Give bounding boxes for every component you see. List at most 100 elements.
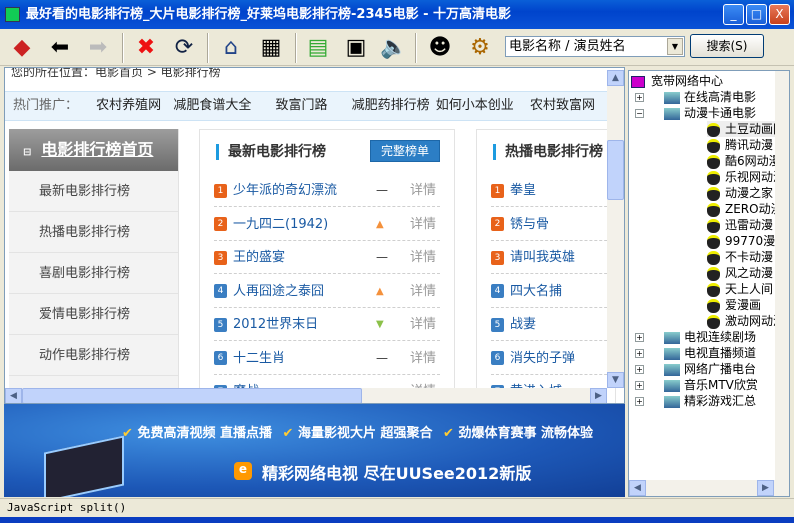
hot-link[interactable]: 减肥药排行榜 [352,98,430,113]
ranking-row[interactable]: 4 四大名捕 [491,275,617,308]
expand-icon[interactable]: + [635,365,644,374]
ranking-row[interactable]: 5 2012世界末日 ▼ 详情 [214,308,440,341]
tree-item[interactable]: 腾讯动漫 [707,137,773,153]
sidebar-item[interactable]: 最新电影排行榜 [9,171,178,212]
scroll-up-icon[interactable]: ▲ [607,70,624,86]
user-icon[interactable]: ☻ [424,32,456,64]
tree-item[interactable]: 爱漫画 [707,297,761,313]
refresh-icon[interactable]: ⟳ [168,32,200,64]
full-list-button[interactable]: 完整榜单 [370,140,440,162]
tree-item[interactable]: 酷6网动漫 [707,153,781,169]
speaker-icon[interactable]: 🔈 [378,32,410,64]
tree-root[interactable]: 宽带网络中心 [631,73,723,89]
sidebar-title[interactable]: 电影排行榜首页 [41,140,153,159]
tree-vertical-scrollbar[interactable] [775,71,789,481]
movie-title-link[interactable]: 锈与骨 [510,217,549,232]
ranking-row[interactable]: 1 少年派的奇幻漂流 — 详情 [214,174,440,207]
chevron-down-icon[interactable]: ▼ [667,38,683,55]
scroll-right-icon[interactable]: ▶ [757,480,774,496]
search-combo[interactable]: 电影名称 / 演员姓名 ▼ [505,36,685,57]
tree-group[interactable]: − 动漫卡通电影 [635,105,756,121]
settings-icon[interactable]: ⚙ [464,32,496,64]
tree-group[interactable]: + 精彩游戏汇总 [635,393,756,409]
scroll-down-icon[interactable]: ▼ [607,372,624,388]
tree-horizontal-scrollbar[interactable]: ◀ ▶ [629,480,789,496]
scroll-thumb[interactable] [607,140,624,200]
expand-icon[interactable]: + [635,349,644,358]
detail-link[interactable]: 详情 [410,308,436,341]
forward-icon[interactable]: ➡ [82,32,114,64]
ranking-row[interactable]: 5 战妻 [491,308,617,341]
movie-title-link[interactable]: 人再囧途之泰囧 [233,284,324,299]
close-button[interactable]: X [769,4,790,25]
tree-item[interactable]: 天上人间 [707,281,773,297]
detail-link[interactable]: 详情 [410,208,436,241]
detail-link[interactable]: 详情 [410,174,436,207]
back-icon[interactable]: ⬅ [44,32,76,64]
ranking-row[interactable]: 3 王的盛宴 — 详情 [214,241,440,274]
expand-icon[interactable]: + [635,333,644,342]
hot-link[interactable]: 如何小本创业 [436,98,514,113]
detail-link[interactable]: 详情 [410,241,436,274]
movie-title-link[interactable]: 2012世界末日 [233,317,318,332]
tree-item[interactable]: 土豆动画网 [707,121,786,137]
maximize-button[interactable]: □ [746,4,767,25]
search-button[interactable]: 搜索(S) [690,34,764,58]
tree-item[interactable]: 风之动漫 [707,265,773,281]
movie-title-link[interactable]: 消失的子弹 [510,351,575,366]
sidebar-item[interactable]: 爱情电影排行榜 [9,294,178,335]
hot-link[interactable]: 农村养殖网 [96,98,161,113]
expand-icon[interactable]: + [635,397,644,406]
ranking-row[interactable]: 2 一九四二(1942) ▲ 详情 [214,208,440,241]
tree-group[interactable]: + 电视连续剧场 [635,329,756,345]
sidebar-header[interactable]: ⊟ 电影排行榜首页 [9,129,178,171]
hot-link[interactable]: 减肥食谱大全 [173,98,251,113]
movie-title-link[interactable]: 拳皇 [510,183,536,198]
stop-icon[interactable]: ✖ [130,32,162,64]
sidebar-item[interactable]: 热播电影排行榜 [9,212,178,253]
movie-title-link[interactable]: 少年派的奇幻漂流 [233,183,337,198]
home-icon[interactable]: ⌂ [215,32,247,64]
labels-icon[interactable]: ▤ [302,32,334,64]
detail-link[interactable]: 详情 [410,342,436,375]
tree-item[interactable]: 乐视网动漫 [707,169,785,185]
home-diamond-icon[interactable]: ◆ [6,32,38,64]
hot-link[interactable]: 农村致富网 [530,98,595,113]
tree-item[interactable]: 动漫之家 [707,185,773,201]
hot-link[interactable]: 致富门路 [275,98,327,113]
movie-title-link[interactable]: 十二生肖 [233,351,285,366]
detail-link[interactable]: 详情 [410,275,436,308]
movie-title-link[interactable]: 战妻 [510,317,536,332]
scroll-thumb[interactable] [22,388,362,403]
uusee-banner[interactable]: ✔ 免费高清视频 直播点播 ✔ 海量影视大片 超强聚合 ✔ 劲爆体育赛事 流畅体… [4,404,625,497]
tree-item[interactable]: 激动网动漫 [707,313,785,329]
vertical-scrollbar[interactable]: ▲ ▼ [607,70,624,388]
movie-title-link[interactable]: 请叫我英雄 [510,250,575,265]
movie-title-link[interactable]: 四大名捕 [510,284,562,299]
sidebar-item[interactable]: 喜剧电影排行榜 [9,253,178,294]
expand-icon[interactable]: + [635,381,644,390]
horizontal-scrollbar[interactable]: ◀ ▶ [5,388,607,403]
monitor-icon[interactable]: ▣ [340,32,372,64]
ranking-row[interactable]: 1 拳皇 [491,174,617,207]
favorites-icon[interactable]: ▦ [255,32,287,64]
ranking-row[interactable]: 6 十二生肖 — 详情 [214,342,440,375]
tree-group[interactable]: + 在线高清电影 [635,89,756,105]
ranking-row[interactable]: 3 请叫我英雄 [491,241,617,274]
tree-group[interactable]: + 网络广播电台 [635,361,756,377]
ranking-row[interactable]: 2 锈与骨 [491,208,617,241]
ranking-row[interactable]: 6 消失的子弹 [491,342,617,375]
scroll-right-icon[interactable]: ▶ [590,388,607,403]
expand-icon[interactable]: + [635,93,644,102]
scroll-left-icon[interactable]: ◀ [629,480,646,496]
tree-item[interactable]: 不卡动漫 [707,249,773,265]
collapse-icon[interactable]: − [635,109,644,118]
sidebar-item[interactable]: 动作电影排行榜 [9,335,178,376]
tree-item[interactable]: 迅雷动漫 [707,217,773,233]
minimize-button[interactable]: _ [723,4,744,25]
tree-group[interactable]: + 电视直播频道 [635,345,756,361]
movie-title-link[interactable]: 一九四二(1942) [233,217,328,232]
movie-title-link[interactable]: 王的盛宴 [233,250,285,265]
scroll-left-icon[interactable]: ◀ [5,388,22,403]
tree-group[interactable]: + 音乐MTV欣赏 [635,377,758,393]
